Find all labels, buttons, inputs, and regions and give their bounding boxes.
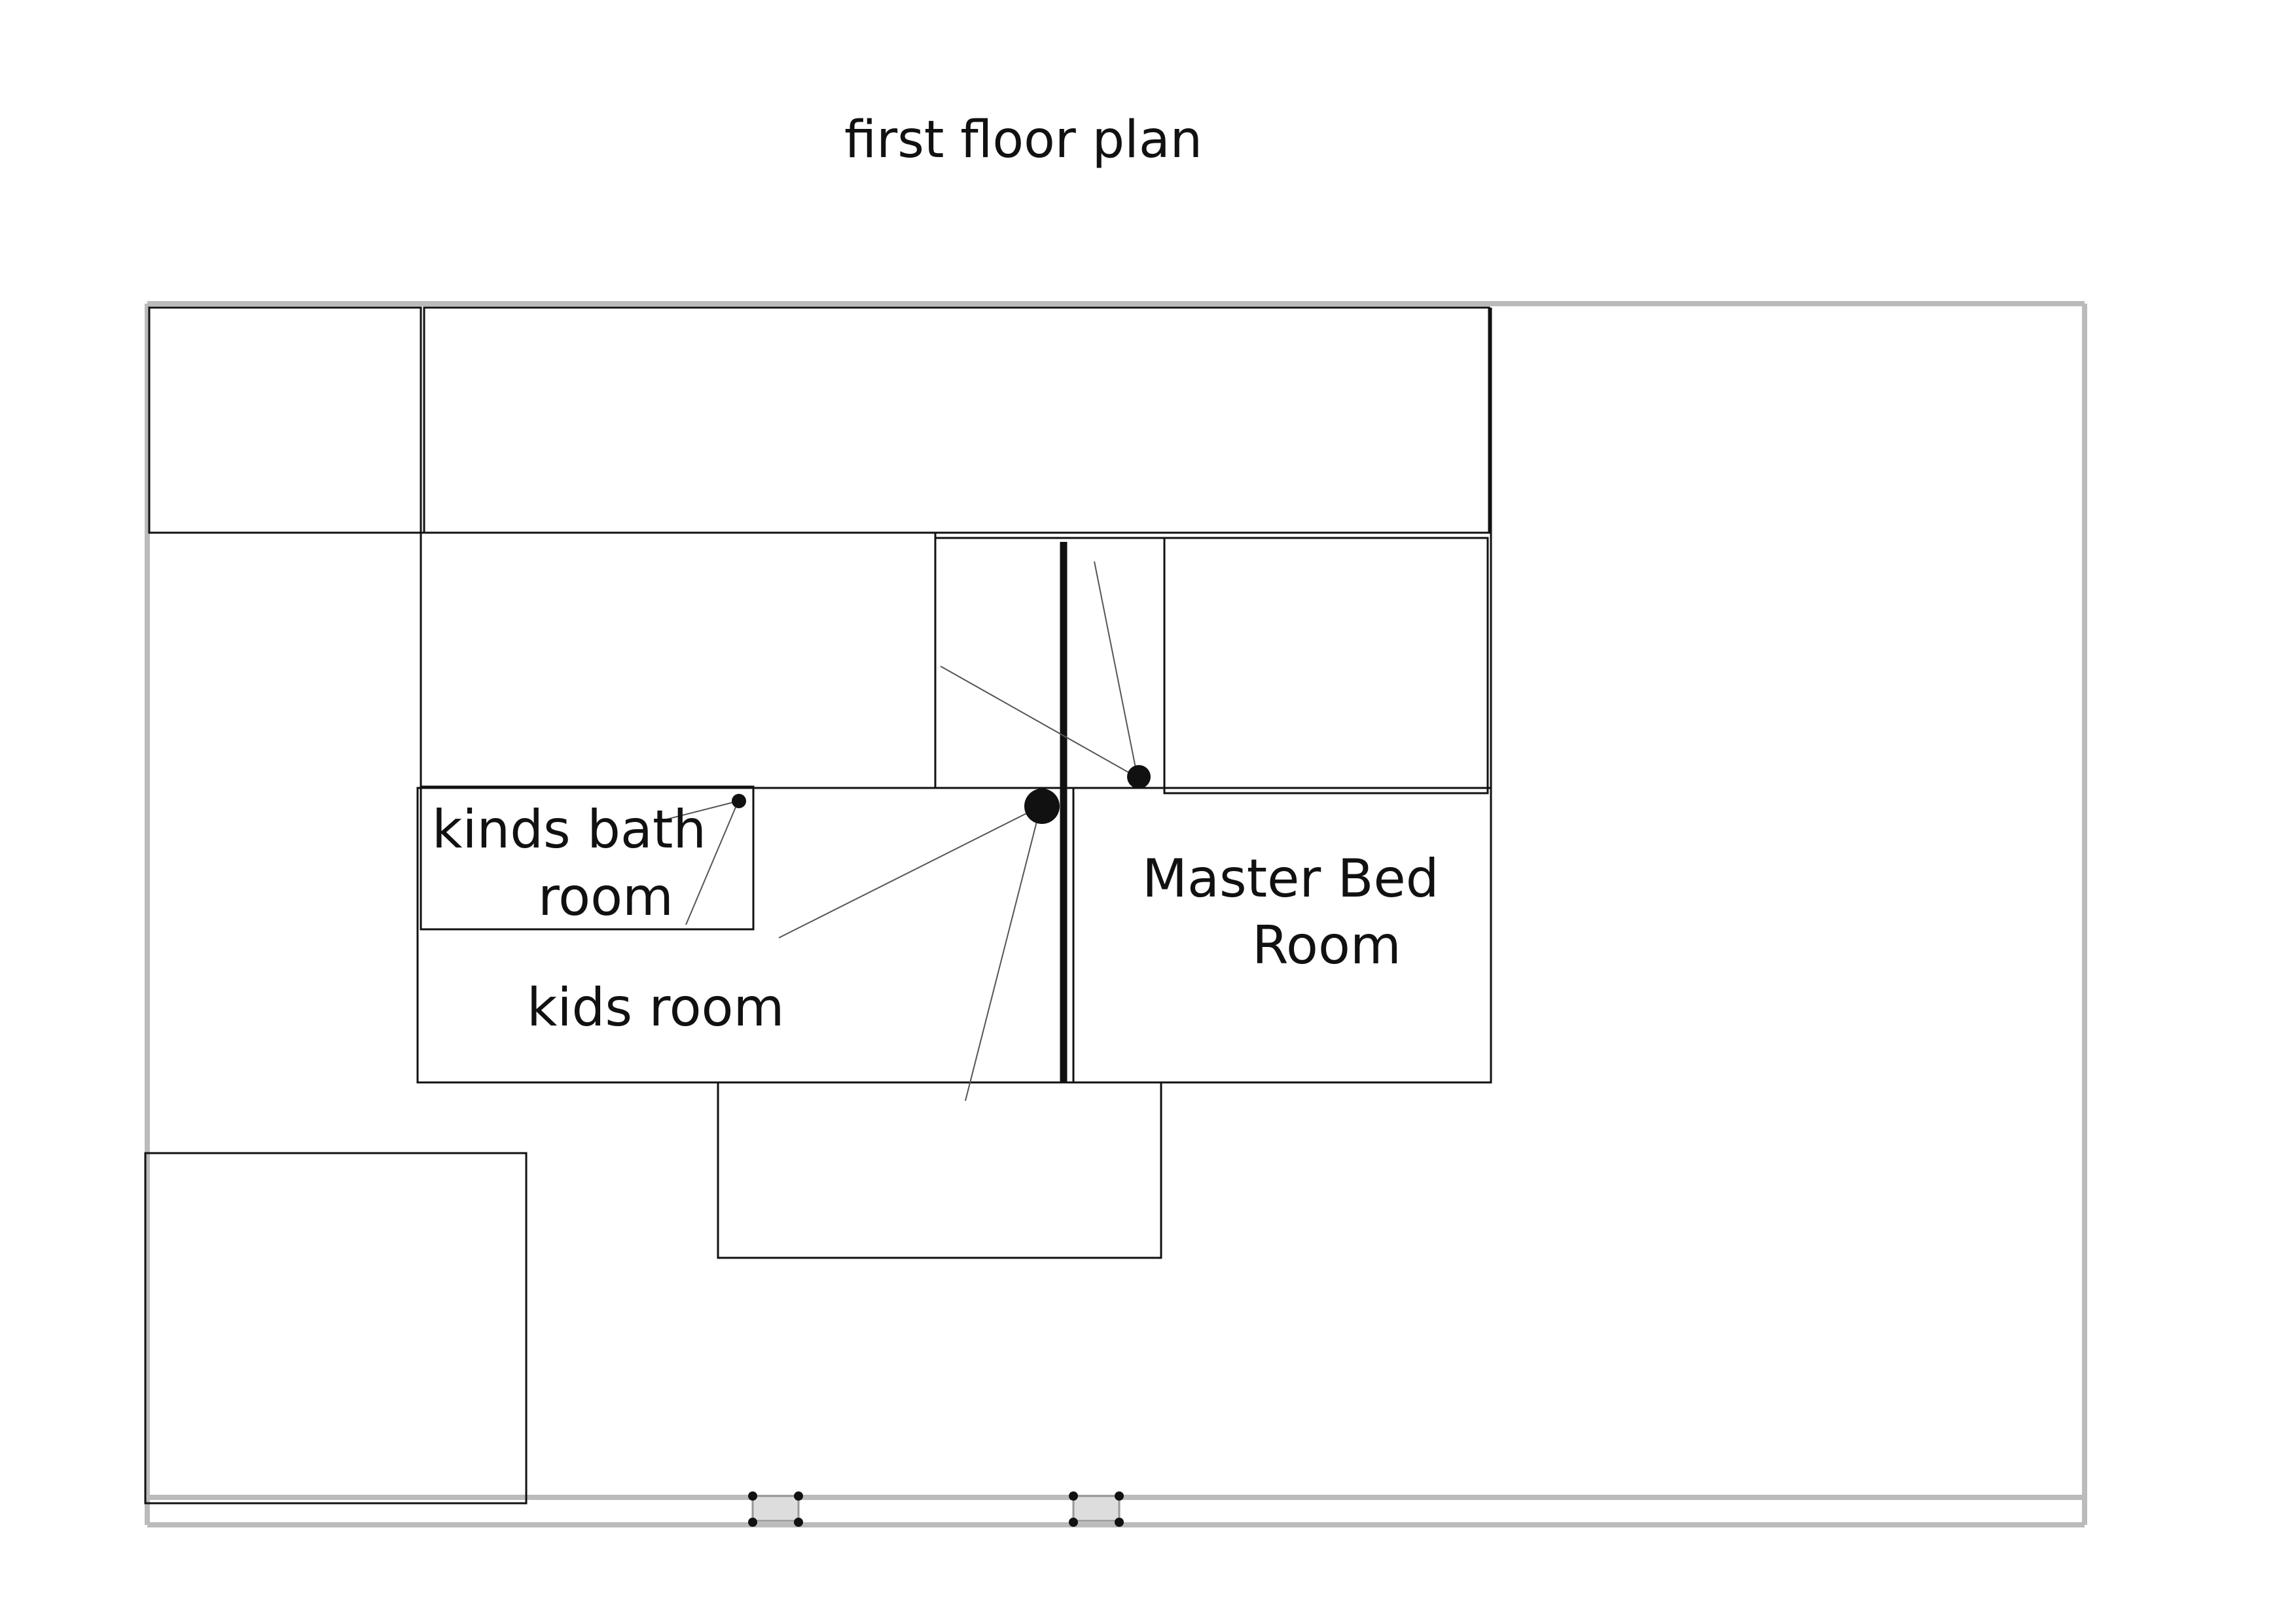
room-right-upper <box>1163 537 1489 794</box>
floor-plan-drawing: first floor plan kinds bath room kids ro… <box>144 111 2087 1527</box>
room-bottom-left <box>144 1152 528 1505</box>
site-outline <box>145 301 2087 1527</box>
light-fixture-closet <box>1127 765 1151 789</box>
room-closet <box>934 537 1166 789</box>
master-bed-label-line1: Master Bed <box>1142 848 1439 909</box>
plan-title: first floor plan <box>844 111 1202 169</box>
room-middle-left <box>420 531 937 789</box>
kids-bath-label-line2: room <box>538 866 673 927</box>
kids-bath-label-line1: kinds bath <box>432 799 706 860</box>
gate-marker-left <box>748 1491 803 1527</box>
light-fixture-bath <box>732 794 746 808</box>
master-bed-label-line2: Room <box>1252 915 1401 976</box>
room-top-left <box>148 306 422 534</box>
light-fixture-kids-room <box>1024 789 1060 824</box>
gate-marker-right <box>1069 1491 1124 1527</box>
kids-room-label: kids room <box>527 977 784 1038</box>
room-balcony <box>717 1081 1162 1259</box>
room-top-long <box>423 306 1490 534</box>
